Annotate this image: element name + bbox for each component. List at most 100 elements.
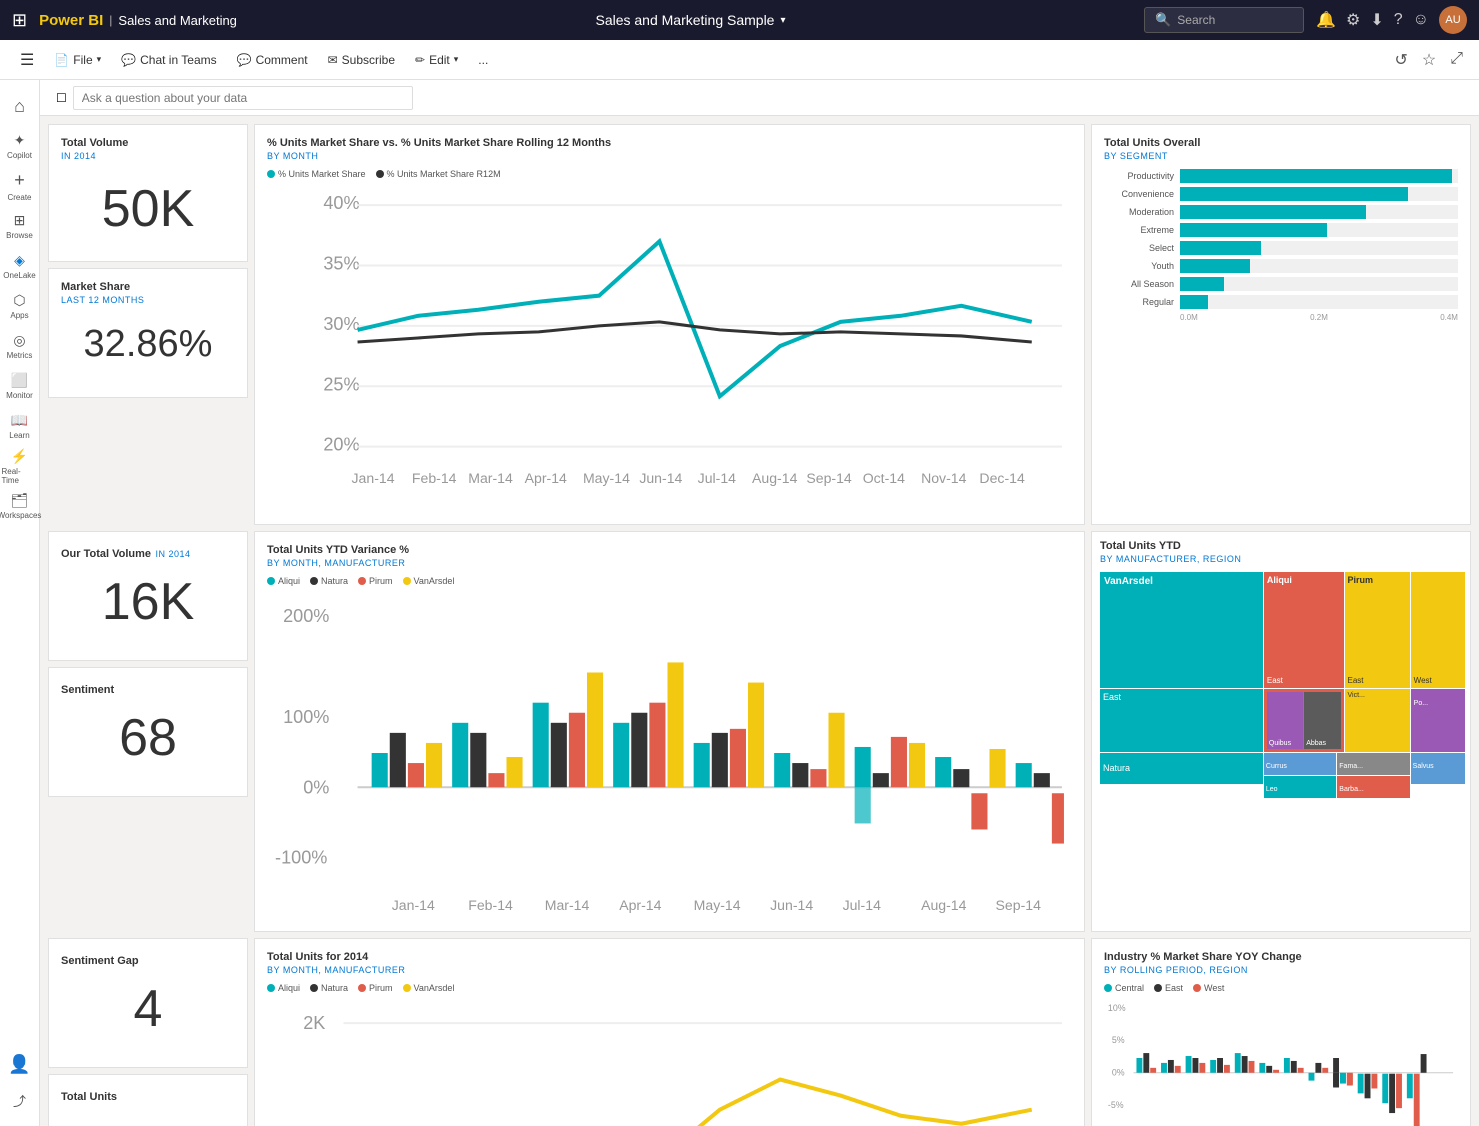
svg-text:2K: 2K [303,1013,325,1033]
subscribe-label: Subscribe [342,53,395,67]
subscribe-icon: ✉ [328,53,338,67]
sidebar-item-home[interactable]: ⌂ [2,88,38,124]
sidebar-item-realtime[interactable]: ⚡Real-Time [2,448,38,484]
hamburger-menu[interactable]: ☰ [12,46,42,74]
edit-button[interactable]: ✏ Edit ▾ [407,49,466,71]
sidebar-item-metrics[interactable]: ◎Metrics [2,328,38,364]
more-icon: ... [478,53,488,67]
svg-text:Aug-14: Aug-14 [921,897,967,913]
total-units-2014-legend: Aliqui Natura Pirum VanArsdel [267,983,1072,993]
chat-in-teams-button[interactable]: 💬 Chat in Teams [113,49,224,71]
sidebar-item-learn[interactable]: 📖Learn [2,408,38,444]
svg-text:100%: 100% [283,707,329,727]
search-text: Search [1177,13,1215,27]
industry-market-share-chart: 10% 5% 0% -5% -10% [1104,999,1458,1126]
total-volume-card: Total Volume IN 2014 50K [48,124,248,262]
total-units-ytd-title: Total Units YTD [1100,540,1462,552]
feedback-icon[interactable]: ☺ [1413,11,1429,29]
main-content: Total Volume IN 2014 50K Market Share LA… [40,116,1479,1126]
total-units-card: Total Units 1M [48,1074,248,1126]
file-label: File [73,53,92,67]
sidebar-item-monitor[interactable]: ⬜Monitor [2,368,38,404]
settings-icon[interactable]: ⚙ [1346,10,1360,30]
svg-text:Jul-14: Jul-14 [843,897,882,913]
svg-text:0%: 0% [1112,1068,1125,1078]
sidebar-item-apps[interactable]: ⬡Apps [2,288,38,324]
market-share-subtitle: LAST 12 MONTHS [61,295,235,305]
industry-market-share-legend: Central East West [1104,983,1458,993]
help-icon[interactable]: ? [1394,11,1403,29]
file-chevron: ▾ [97,54,102,65]
market-share-value: 32.86% [61,313,235,376]
sidebar-item-export[interactable]: ⤴ [2,1082,38,1118]
user-avatar[interactable]: AU [1439,6,1467,34]
svg-text:May-14: May-14 [583,470,630,486]
chat-label: Chat in Teams [140,53,216,67]
svg-text:May-14: May-14 [694,897,741,913]
report-title-area: Sales and Marketing Sample ▾ [249,12,1132,28]
refresh-icon[interactable]: ↺ [1390,46,1411,74]
ytd-variance-legend: Aliqui Natura Pirum VanArsdel [267,576,1072,586]
download-icon[interactable]: ⬇ [1370,10,1383,30]
sidebar-item-workspaces[interactable]: 🗂Workspaces [2,488,38,524]
ytd-variance-subtitle: BY MONTH, MANUFACTURER [267,558,1072,568]
qa-input[interactable] [73,86,413,110]
market-share-title: Market Share [61,281,235,293]
nav-icons-group: 🔔 ⚙ ⬇ ? ☺ AU [1316,6,1467,34]
comment-icon: 💬 [237,53,252,67]
top-navigation: ⊞ Power BI | Sales and Marketing Sales a… [0,0,1479,40]
svg-text:Mar-14: Mar-14 [468,470,513,486]
market-share-card: Market Share LAST 12 MONTHS 32.86% [48,268,248,398]
toolbar-right-icons: ↺ ☆ ⤢ [1390,46,1467,74]
total-units-2014-subtitle: BY MONTH, MANUFACTURER [267,965,1072,975]
total-units-title: Total Units [61,1091,117,1103]
svg-text:0%: 0% [303,777,329,797]
sentiment-gap-card: Sentiment Gap 4 [48,938,248,1068]
svg-text:Jul-14: Jul-14 [698,470,737,486]
sidebar-item-user[interactable]: 👤 [2,1046,38,1082]
svg-text:-5%: -5% [1108,1100,1124,1110]
svg-text:Apr-14: Apr-14 [619,897,661,913]
svg-text:-100%: -100% [275,848,327,868]
ytd-variance-title: Total Units YTD Variance % [267,544,1072,556]
report-title-chevron[interactable]: ▾ [780,15,785,26]
search-box[interactable]: 🔍 Search [1144,7,1304,33]
units-market-share-title: % Units Market Share vs. % Units Market … [267,137,1072,149]
sentiment-gap-value: 4 [61,969,235,1049]
total-units-overall-chart: Productivity Convenience Moderation Extr… [1104,169,1458,309]
notifications-icon[interactable]: 🔔 [1316,10,1336,30]
sidebar-item-copilot[interactable]: ✦Copilot [2,128,38,164]
search-icon: 🔍 [1155,12,1171,28]
report-title-text: Sales and Marketing Sample [595,12,774,28]
subscribe-button[interactable]: ✉ Subscribe [320,49,403,71]
our-total-volume-value: 16K [61,562,235,642]
svg-text:Oct-14: Oct-14 [863,470,905,486]
toolbar: ☰ 📄 File ▾ 💬 Chat in Teams 💬 Comment ✉ S… [0,40,1479,80]
svg-text:35%: 35% [323,254,359,274]
svg-text:Jan-14: Jan-14 [392,897,435,913]
total-units-value: 1M [61,1105,235,1126]
file-icon: 📄 [54,53,69,67]
svg-text:25%: 25% [323,374,359,394]
brand-section: Sales and Marketing [118,13,237,28]
sentiment-title: Sentiment [61,684,114,696]
svg-text:Sep-14: Sep-14 [996,897,1042,913]
qa-icon: ☐ [56,91,67,105]
file-button[interactable]: 📄 File ▾ [46,49,109,71]
sidebar-item-browse[interactable]: ⊞Browse [2,208,38,244]
fullscreen-icon[interactable]: ⤢ [1446,46,1467,74]
sentiment-gap-title: Sentiment Gap [61,955,139,967]
svg-text:Sep-14: Sep-14 [806,470,852,486]
units-market-share-chart: 40% 35% 30% 25% 20% Jan-14 Feb-14 Mar-14 [267,185,1072,507]
sidebar-item-onelake[interactable]: ◈OneLake [2,248,38,284]
comment-button[interactable]: 💬 Comment [229,49,316,71]
svg-text:Mar-14: Mar-14 [545,897,590,913]
svg-text:20%: 20% [323,435,359,455]
svg-text:Jun-14: Jun-14 [639,470,682,486]
our-total-volume-card: Our Total Volume IN 2014 16K [48,531,248,661]
favorite-icon[interactable]: ☆ [1418,46,1440,74]
more-button[interactable]: ... [470,49,496,71]
sidebar-item-create[interactable]: +Create [2,168,38,204]
edit-label: Edit [429,53,450,67]
apps-grid-icon[interactable]: ⊞ [12,10,27,31]
